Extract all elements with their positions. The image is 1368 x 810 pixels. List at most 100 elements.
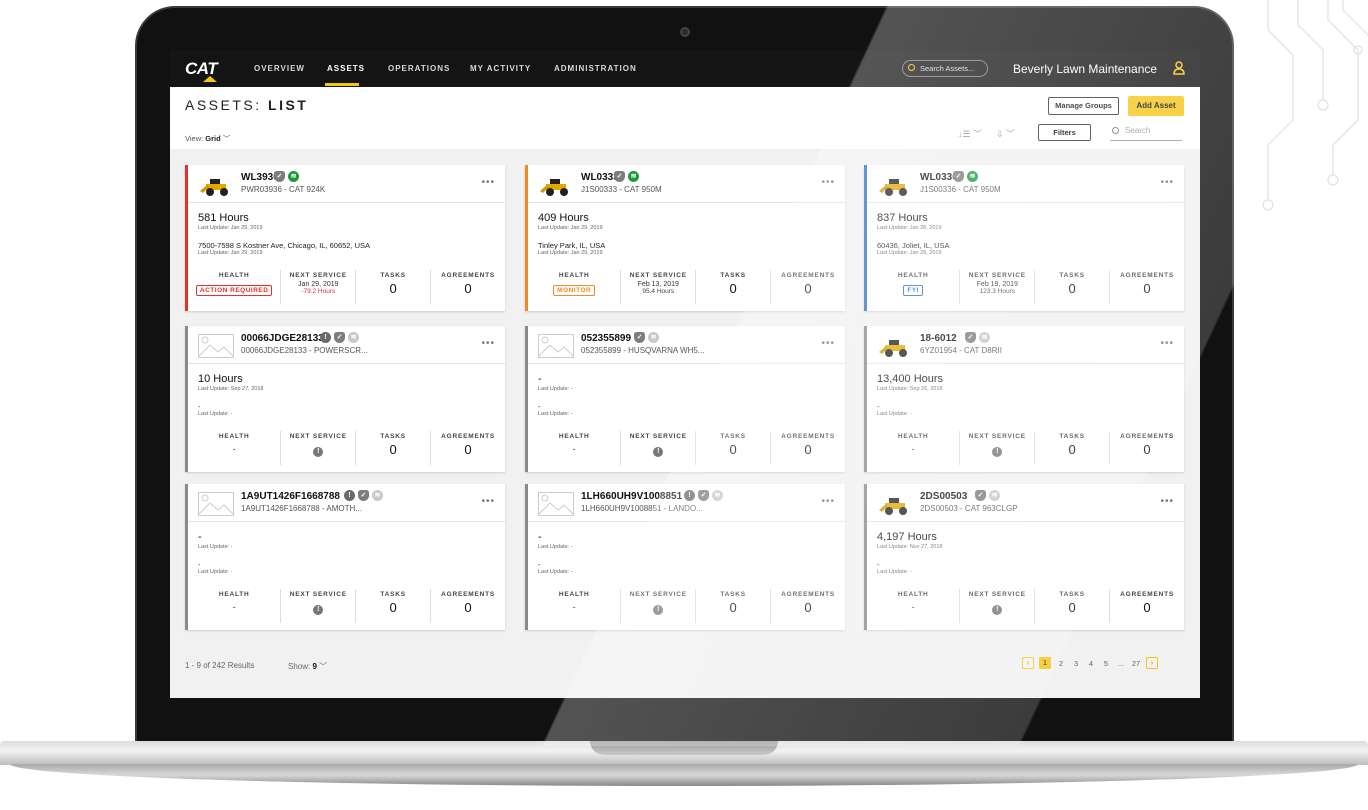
more-options-icon[interactable]: ••• bbox=[821, 496, 835, 507]
stat-health[interactable]: HEALTH - bbox=[528, 431, 622, 465]
stat-agreements[interactable]: AGREEMENTS 0 bbox=[771, 431, 845, 465]
hours-last-update: Last Update: - bbox=[198, 544, 233, 550]
connectivity-icon: ≋ bbox=[989, 490, 1000, 501]
page-4[interactable]: 4 bbox=[1086, 659, 1096, 668]
list-search-input[interactable]: Search bbox=[1110, 124, 1182, 141]
view-selector[interactable]: View: Grid ﹀ bbox=[185, 133, 230, 144]
stat-next-service[interactable]: NEXT SERVICE! bbox=[960, 589, 1036, 623]
stat-health[interactable]: HEALTH FYI bbox=[867, 270, 961, 304]
stat-label: TASKS bbox=[1059, 433, 1085, 440]
stat-next-service[interactable]: NEXT SERVICE! bbox=[621, 589, 697, 623]
health-value: - bbox=[911, 602, 915, 612]
stat-label: AGREEMENTS bbox=[441, 433, 495, 440]
stat-next-service[interactable]: NEXT SERVICE! bbox=[960, 431, 1036, 465]
stat-health[interactable]: HEALTH - bbox=[528, 589, 622, 623]
asset-title[interactable]: 1A9UT1426F1668788 bbox=[241, 491, 340, 502]
add-asset-button[interactable]: Add Asset bbox=[1128, 96, 1184, 116]
stat-next-service[interactable]: NEXT SERVICE! bbox=[621, 431, 697, 465]
nav-search-input[interactable]: Search Assets... bbox=[902, 60, 988, 77]
stat-health[interactable]: HEALTH - bbox=[867, 431, 961, 465]
page-1[interactable]: 1 bbox=[1039, 657, 1051, 669]
stat-health[interactable]: HEALTH - bbox=[188, 589, 282, 623]
asset-card[interactable]: 00066JDGE28133! ✓ ≋ 00066JDGE28133 - POWERS… bbox=[185, 326, 505, 472]
asset-title[interactable]: 18-6012 bbox=[920, 333, 957, 344]
nav-my-activity[interactable]: MY ACTIVITY bbox=[470, 64, 531, 73]
more-options-icon[interactable]: ••• bbox=[1160, 177, 1174, 188]
stat-health[interactable]: HEALTH - bbox=[188, 431, 282, 465]
stat-agreements[interactable]: AGREEMENTS 0 bbox=[771, 270, 845, 304]
stat-tasks[interactable]: TASKS 0 bbox=[696, 589, 772, 623]
more-options-icon[interactable]: ••• bbox=[821, 177, 835, 188]
stat-agreements[interactable]: AGREEMENTS 0 bbox=[431, 431, 505, 465]
prev-page-icon[interactable]: ‹ bbox=[1022, 657, 1034, 669]
page-27[interactable]: 27 bbox=[1131, 659, 1141, 668]
asset-card[interactable]: 1LH660UH9V1008851! ✓ ≋ 1LH660UH9V1008851 - … bbox=[525, 484, 845, 630]
stat-label: TASKS bbox=[720, 433, 746, 440]
page-3[interactable]: 3 bbox=[1071, 659, 1081, 668]
stat-tasks[interactable]: TASKS 0 bbox=[356, 431, 432, 465]
stat-next-service[interactable]: NEXT SERVICE Feb 13, 2019 95.4 Hours bbox=[621, 270, 697, 304]
stat-tasks[interactable]: TASKS 0 bbox=[356, 270, 432, 304]
asset-location: 7500-7598 S Kostner Ave, Chicago, IL, 60… bbox=[198, 241, 371, 250]
stat-tasks[interactable]: TASKS 0 bbox=[696, 270, 772, 304]
asset-title[interactable]: 2DS00503 bbox=[920, 491, 967, 502]
stat-next-service[interactable]: NEXT SERVICE Feb 19, 2019 123.3 Hours bbox=[960, 270, 1036, 304]
asset-title[interactable]: 052355899 bbox=[581, 333, 631, 344]
stat-agreements[interactable]: AGREEMENTS 0 bbox=[771, 589, 845, 623]
stat-health[interactable]: HEALTH ACTION REQUIRED bbox=[188, 270, 282, 304]
page-5[interactable]: 5 bbox=[1101, 659, 1111, 668]
nav-administration[interactable]: ADMINISTRATION bbox=[554, 64, 637, 73]
stat-next-service[interactable]: NEXT SERVICE! bbox=[281, 431, 357, 465]
sort-icon[interactable]: ↓☰ ﹀ bbox=[958, 127, 982, 140]
connectivity-icon: ≋ bbox=[712, 490, 723, 501]
more-options-icon[interactable]: ••• bbox=[481, 338, 495, 349]
stat-health[interactable]: HEALTH - bbox=[867, 589, 961, 623]
stat-next-service[interactable]: NEXT SERVICE Jan 29, 2019 -79.2 Hours bbox=[281, 270, 357, 304]
asset-title[interactable]: 00066JDGE28133 bbox=[241, 333, 324, 344]
active-nav-indicator bbox=[325, 83, 359, 86]
stat-tasks[interactable]: TASKS 0 bbox=[1035, 270, 1111, 304]
stat-tasks[interactable]: TASKS 0 bbox=[1035, 589, 1111, 623]
asset-card-header: WL3936 ✓ ≋ PWR03936 - CAT 924K ••• bbox=[188, 165, 505, 203]
stat-health[interactable]: HEALTH MONITOR bbox=[528, 270, 622, 304]
asset-stats: HEALTH - NEXT SERVICE! TASKS 0 AGREEMENTS 0 bbox=[867, 431, 1184, 465]
asset-card[interactable]: WL0336 ✓ ≋ J1S00336 - CAT 950M ••• 837 Hours L… bbox=[864, 165, 1184, 311]
account-name[interactable]: Beverly Lawn Maintenance bbox=[1013, 62, 1157, 76]
user-icon[interactable] bbox=[1173, 61, 1185, 75]
nav-overview[interactable]: OVERVIEW bbox=[254, 64, 305, 73]
stat-agreements[interactable]: AGREEMENTS 0 bbox=[1110, 270, 1184, 304]
stat-next-service[interactable]: NEXT SERVICE! bbox=[281, 589, 357, 623]
stat-tasks[interactable]: TASKS 0 bbox=[696, 431, 772, 465]
page-2[interactable]: 2 bbox=[1056, 659, 1066, 668]
more-options-icon[interactable]: ••• bbox=[481, 496, 495, 507]
more-options-icon[interactable]: ••• bbox=[1160, 338, 1174, 349]
filters-button[interactable]: Filters bbox=[1038, 124, 1091, 141]
stat-label: HEALTH bbox=[897, 591, 929, 598]
asset-card[interactable]: 2DS00503 ✓ ≋ 2DS00503 - CAT 963CLGP ••• 4,197… bbox=[864, 484, 1184, 630]
asset-title[interactable]: 1LH660UH9V1008851 bbox=[581, 491, 682, 502]
stat-agreements[interactable]: AGREEMENTS 0 bbox=[1110, 589, 1184, 623]
connectivity-icon: ≋ bbox=[628, 171, 639, 182]
asset-card[interactable]: 052355899 ✓ ≋ 052355899 - HUSQVARNA WH5... •… bbox=[525, 326, 845, 472]
shield-icon: ✓ bbox=[274, 171, 285, 182]
stat-agreements[interactable]: AGREEMENTS 0 bbox=[431, 270, 505, 304]
download-icon[interactable]: ⇩ ﹀ bbox=[996, 127, 1015, 140]
more-options-icon[interactable]: ••• bbox=[481, 177, 495, 188]
asset-card[interactable]: 18-6012 ✓ ≋ 6YZ01954 - CAT D8RII ••• 13,400 H… bbox=[864, 326, 1184, 472]
asset-card[interactable]: 1A9UT1426F1668788! ✓ ≋ 1A9UT1426F1668788 - … bbox=[185, 484, 505, 630]
more-options-icon[interactable]: ••• bbox=[821, 338, 835, 349]
location-last-update: Last Update: Jan 28, 2019 bbox=[877, 250, 942, 256]
stat-agreements[interactable]: AGREEMENTS 0 bbox=[431, 589, 505, 623]
stat-agreements[interactable]: AGREEMENTS 0 bbox=[1110, 431, 1184, 465]
nav-assets[interactable]: ASSETS bbox=[327, 64, 365, 73]
page-size-selector[interactable]: Show: 9 ﹀ bbox=[288, 661, 327, 672]
asset-card[interactable]: WL3936 ✓ ≋ PWR03936 - CAT 924K ••• 581 Hours L… bbox=[185, 165, 505, 311]
next-page-icon[interactable]: › bbox=[1146, 657, 1158, 669]
asset-card[interactable]: WL0333 ✓ ≋ J1S00333 - CAT 950M ••• 409 Hours L… bbox=[525, 165, 845, 311]
stat-tasks[interactable]: TASKS 0 bbox=[356, 589, 432, 623]
nav-operations[interactable]: OPERATIONS bbox=[388, 64, 450, 73]
manage-groups-button[interactable]: Manage Groups bbox=[1048, 97, 1119, 115]
stat-tasks[interactable]: TASKS 0 bbox=[1035, 431, 1111, 465]
machine-thumbnail bbox=[538, 173, 574, 197]
more-options-icon[interactable]: ••• bbox=[1160, 496, 1174, 507]
